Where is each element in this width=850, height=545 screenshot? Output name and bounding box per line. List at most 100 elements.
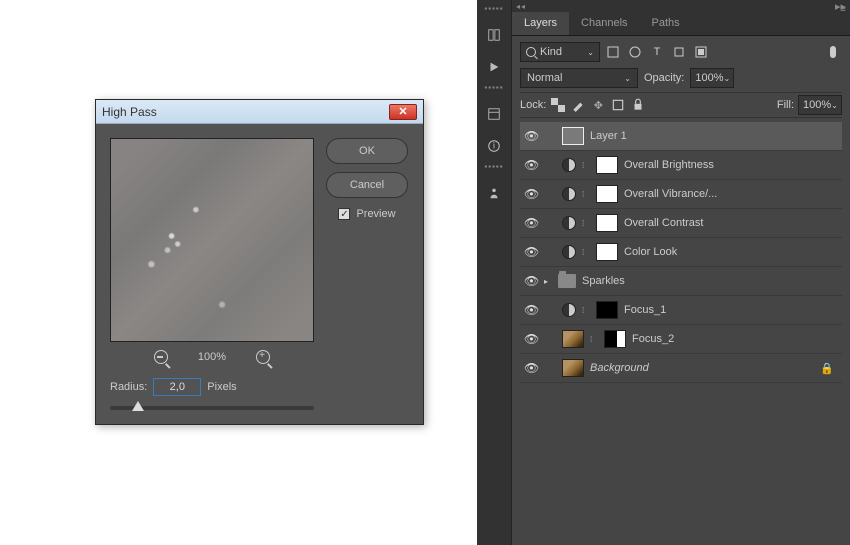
filter-adjust-icon[interactable]	[626, 43, 644, 61]
grip-icon[interactable]: ▪▪▪▪▪	[484, 4, 503, 13]
grip-icon[interactable]: ▪▪▪▪▪	[484, 162, 503, 171]
layer-name[interactable]: Focus_2	[632, 333, 838, 345]
layer-row[interactable]: 👁 ⁞ Overall Contrast	[520, 209, 842, 238]
ok-button[interactable]: OK	[326, 138, 408, 164]
tab-channels[interactable]: Channels	[569, 12, 639, 35]
preview-label: Preview	[356, 208, 395, 220]
layer-name[interactable]: Overall Contrast	[624, 217, 838, 229]
layer-name[interactable]: Color Look	[624, 246, 838, 258]
lock-all-icon[interactable]	[630, 97, 646, 113]
lock-row: Lock: ✥ Fill: 100% ⌄	[520, 92, 842, 118]
layer-name[interactable]: Overall Brightness	[624, 159, 838, 171]
tab-paths[interactable]: Paths	[640, 12, 692, 35]
character-icon[interactable]	[482, 181, 506, 205]
panel-dock: ▪▪▪▪▪ ▪▪▪▪▪ i ▪▪▪▪▪ ◂◂ ▸▸ Layers Channel…	[477, 0, 850, 545]
zoom-out-icon[interactable]	[154, 350, 168, 364]
visibility-icon[interactable]: 👁	[524, 187, 538, 201]
radius-input[interactable]	[153, 378, 201, 396]
adjustment-icon	[562, 216, 576, 230]
cancel-button[interactable]: Cancel	[326, 172, 408, 198]
layer-list: 👁 Layer 1 👁 ⁞ Overall Brightness 👁	[520, 122, 842, 383]
filter-type-icon[interactable]: T	[648, 43, 666, 61]
layer-mask[interactable]	[596, 214, 618, 232]
layer-name[interactable]: Background	[590, 362, 814, 374]
actions-icon[interactable]	[482, 55, 506, 79]
visibility-icon[interactable]: 👁	[524, 274, 538, 288]
info-icon[interactable]: i	[482, 134, 506, 158]
layer-row[interactable]: 👁 ⁞ Overall Vibrance/...	[520, 180, 842, 209]
layer-row[interactable]: 👁 ⁞ Focus_1	[520, 296, 842, 325]
search-icon	[526, 47, 536, 57]
preview-image[interactable]	[110, 138, 314, 342]
high-pass-dialog: High Pass ✕ 100% Radius: Pixels OK Cance…	[95, 99, 424, 425]
preview-checkbox-row: ✓ Preview	[338, 208, 395, 220]
history-icon[interactable]	[482, 23, 506, 47]
lock-artboard-icon[interactable]	[610, 97, 626, 113]
layer-thumb[interactable]	[562, 127, 584, 145]
layer-thumb[interactable]	[562, 359, 584, 377]
dialog-titlebar[interactable]: High Pass ✕	[96, 100, 423, 124]
link-icon[interactable]: ⁞	[582, 248, 590, 256]
chevron-down-icon: ⌄	[724, 74, 731, 83]
visibility-icon[interactable]: 👁	[524, 216, 538, 230]
folder-icon	[558, 274, 576, 288]
radius-row: Radius: Pixels	[110, 378, 314, 396]
layer-row[interactable]: 👁 ⁞ Overall Brightness	[520, 151, 842, 180]
link-icon[interactable]: ⁞	[582, 190, 590, 198]
layer-name[interactable]: Focus_1	[624, 304, 838, 316]
layer-thumb[interactable]	[562, 330, 584, 348]
lock-position-icon[interactable]: ✥	[590, 97, 606, 113]
visibility-icon[interactable]: 👁	[524, 303, 538, 317]
filter-shape-icon[interactable]	[670, 43, 688, 61]
layer-row[interactable]: 👁 ⁞ Focus_2	[520, 325, 842, 354]
panel-menu-icon[interactable]: ≡	[840, 4, 846, 15]
opacity-input[interactable]: 100% ⌄	[690, 68, 734, 88]
zoom-in-icon[interactable]	[256, 350, 270, 364]
preview-checkbox[interactable]: ✓	[338, 208, 350, 220]
visibility-icon[interactable]: 👁	[524, 129, 538, 143]
layer-mask[interactable]	[604, 330, 626, 348]
layer-name[interactable]: Sparkles	[582, 275, 838, 287]
filter-smart-icon[interactable]	[692, 43, 710, 61]
layers-panel: Kind ⌄ T Normal ⌄ Opacity: 100% ⌄	[512, 36, 850, 545]
expand-arrow-icon[interactable]: ▸	[544, 277, 552, 286]
blend-mode-select[interactable]: Normal ⌄	[520, 68, 638, 88]
layer-row[interactable]: 👁 ⁞ Color Look	[520, 238, 842, 267]
visibility-icon[interactable]: 👁	[524, 332, 538, 346]
grip-icon[interactable]: ◂◂	[516, 2, 526, 11]
link-icon[interactable]: ⁞	[582, 219, 590, 227]
fill-label: Fill:	[777, 99, 794, 111]
lock-brush-icon[interactable]	[570, 97, 586, 113]
radius-slider[interactable]	[110, 406, 314, 410]
link-icon[interactable]: ⁞	[582, 161, 590, 169]
link-icon[interactable]: ⁞	[582, 306, 590, 314]
blend-row: Normal ⌄ Opacity: 100% ⌄	[520, 68, 842, 88]
layer-mask[interactable]	[596, 156, 618, 174]
layer-row[interactable]: 👁 Layer 1	[520, 122, 842, 151]
tab-layers[interactable]: Layers	[512, 12, 569, 35]
zoom-controls: 100%	[110, 350, 314, 364]
layer-mask[interactable]	[596, 185, 618, 203]
properties-icon[interactable]	[482, 102, 506, 126]
filter-toggle-icon[interactable]	[824, 43, 842, 61]
layer-row[interactable]: 👁 Background 🔒	[520, 354, 842, 383]
kind-select[interactable]: Kind ⌄	[520, 42, 600, 62]
zoom-level: 100%	[198, 351, 226, 363]
filter-pixel-icon[interactable]	[604, 43, 622, 61]
visibility-icon[interactable]: 👁	[524, 361, 538, 375]
layer-name[interactable]: Layer 1	[590, 130, 838, 142]
preview-column: 100% Radius: Pixels	[110, 138, 314, 410]
lock-transparency-icon[interactable]	[550, 97, 566, 113]
visibility-icon[interactable]: 👁	[524, 158, 538, 172]
visibility-icon[interactable]: 👁	[524, 245, 538, 259]
svg-text:i: i	[493, 141, 495, 152]
lock-label: Lock:	[520, 99, 546, 111]
link-icon[interactable]: ⁞	[590, 335, 598, 343]
layer-row[interactable]: 👁 ▸ Sparkles	[520, 267, 842, 296]
close-icon[interactable]: ✕	[389, 104, 417, 120]
layer-name[interactable]: Overall Vibrance/...	[624, 188, 838, 200]
grip-icon[interactable]: ▪▪▪▪▪	[484, 83, 503, 92]
layer-mask[interactable]	[596, 301, 618, 319]
fill-input[interactable]: 100% ⌄	[798, 95, 842, 115]
layer-mask[interactable]	[596, 243, 618, 261]
